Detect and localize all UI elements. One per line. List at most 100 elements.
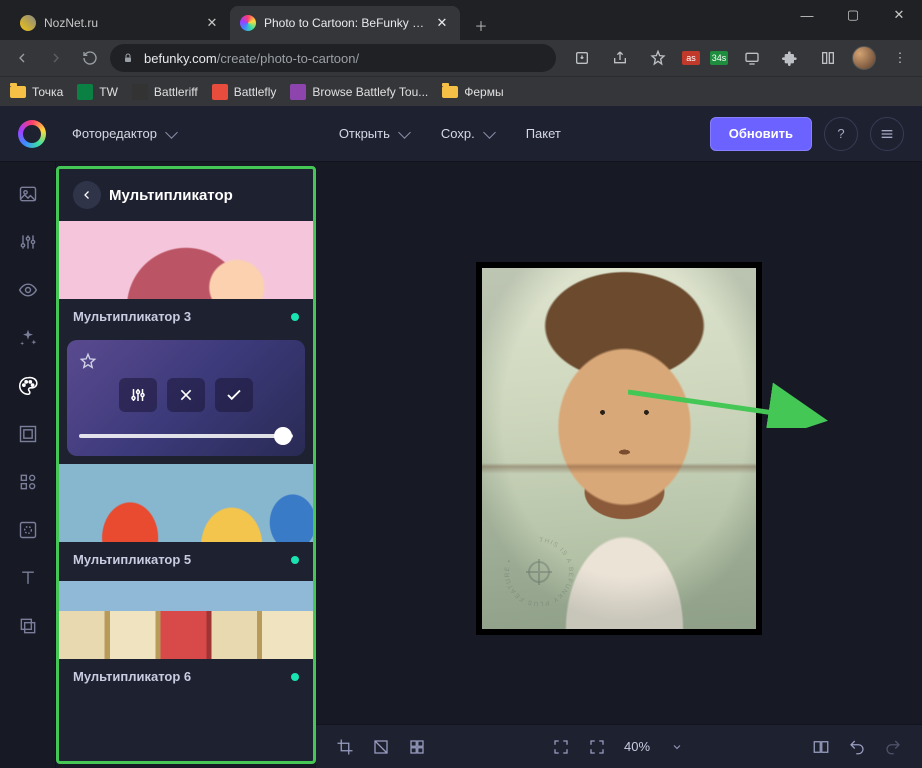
bookmarks-bar: Точка TW Battleriff Battlefly Browse Bat… [0, 76, 922, 106]
extension-badge-green[interactable]: 34s [710, 51, 728, 65]
share-icon[interactable] [606, 44, 634, 72]
close-tab-icon[interactable]: ✕ [434, 15, 450, 31]
effect-apply-button[interactable] [215, 378, 253, 412]
save-button[interactable]: Сохр. [427, 117, 508, 151]
close-tab-icon[interactable]: ✕ [204, 15, 220, 31]
preset-thumb [59, 221, 313, 299]
pattern-tool-icon[interactable] [16, 518, 40, 542]
open-button[interactable]: Открыть [325, 117, 423, 151]
bookmark-item[interactable]: Точка [10, 85, 63, 99]
folder-icon [10, 86, 26, 98]
compare-icon[interactable] [808, 734, 834, 760]
close-icon[interactable]: ✕ [876, 0, 922, 30]
omnibar-actions: as 34s ⋮ [568, 44, 914, 72]
minimize-icon[interactable]: ― [784, 0, 830, 30]
eye-tool-icon[interactable] [16, 278, 40, 302]
tabstrip: NozNet.ru ✕ Photo to Cartoon: BeFunky - … [0, 0, 496, 40]
help-icon[interactable]: ? [824, 117, 858, 151]
preset-label-row: Мультипликатор 6 [59, 659, 313, 694]
profile-avatar[interactable] [852, 46, 876, 70]
upgrade-button[interactable]: Обновить [710, 117, 812, 151]
preset-thumb [59, 464, 313, 542]
editor-dropdown[interactable]: Фоторедактор [58, 117, 190, 151]
preset-label-row: Мультипликатор 5 [59, 542, 313, 577]
canvas-image[interactable]: THIS IS A BEFUNKY PLUS FEATURE • [476, 262, 762, 635]
app-root: Фоторедактор Открыть Сохр. Пакет Обновит… [0, 106, 922, 768]
shapes-tool-icon[interactable] [16, 470, 40, 494]
extensions-icon[interactable] [776, 44, 804, 72]
bookmark-item[interactable]: Battlefly [212, 84, 277, 100]
nav-forward-icon[interactable] [42, 44, 70, 72]
bookmark-item[interactable]: Browse Battlefy Tou... [290, 84, 428, 100]
address-bar[interactable]: befunky.com/create/photo-to-cartoon/ [110, 44, 556, 72]
grid-icon[interactable] [404, 734, 430, 760]
watermark-icon: THIS IS A BEFUNKY PLUS FEATURE • [496, 529, 582, 615]
bookmark-item[interactable]: Battleriff [132, 84, 198, 100]
app-header: Фоторедактор Открыть Сохр. Пакет Обновит… [0, 106, 922, 162]
transform-icon[interactable] [368, 734, 394, 760]
panel-title: Мультипликатор [109, 187, 233, 204]
effect-sliders-button[interactable] [119, 378, 157, 412]
befunky-logo-icon[interactable] [18, 120, 46, 148]
lock-icon [122, 52, 136, 64]
bookmark-item[interactable]: TW [77, 84, 118, 100]
canvas-toolbar: 40% [316, 724, 922, 768]
chevron-down-icon[interactable] [664, 734, 690, 760]
intensity-slider[interactable] [79, 434, 293, 438]
cast-icon[interactable] [738, 44, 766, 72]
browser-tab-active[interactable]: Photo to Cartoon: BeFunky - Cart ✕ [230, 6, 460, 40]
nav-back-icon[interactable] [8, 44, 36, 72]
effect-cancel-button[interactable] [167, 378, 205, 412]
frame-tool-icon[interactable] [16, 422, 40, 446]
effect-controls-card [67, 340, 305, 456]
tab-title: NozNet.ru [44, 16, 196, 30]
preset-item[interactable]: Мультипликатор 5 [59, 464, 313, 577]
premium-dot-icon [291, 556, 299, 564]
site-icon [290, 84, 306, 100]
maximize-icon[interactable]: ▢ [830, 0, 876, 30]
premium-dot-icon [291, 313, 299, 321]
kebab-menu-icon[interactable]: ⋮ [886, 44, 914, 72]
preset-item[interactable]: Мультипликатор 3 [59, 221, 313, 334]
sparkle-tool-icon[interactable] [16, 326, 40, 350]
install-app-icon[interactable] [568, 44, 596, 72]
batch-button[interactable]: Пакет [512, 117, 575, 151]
url-host: befunky.com [144, 51, 217, 66]
new-tab-button[interactable]: ＋ [466, 10, 496, 40]
reload-icon[interactable] [76, 44, 104, 72]
text-tool-icon[interactable] [16, 566, 40, 590]
favicon-icon [20, 15, 36, 31]
bookmark-star-icon[interactable] [644, 44, 672, 72]
zoom-value: 40% [624, 739, 650, 754]
bookmark-item[interactable]: Фермы [442, 85, 503, 99]
canvas-area[interactable]: THIS IS A BEFUNKY PLUS FEATURE • [316, 162, 922, 768]
reading-list-icon[interactable] [814, 44, 842, 72]
premium-dot-icon [291, 673, 299, 681]
adjust-tool-icon[interactable] [16, 230, 40, 254]
panel-back-button[interactable] [73, 181, 101, 209]
hamburger-menu-icon[interactable] [870, 117, 904, 151]
panel-header: Мультипликатор [59, 169, 313, 221]
header-center: Открыть Сохр. Пакет [325, 117, 575, 151]
svg-text:THIS IS A BEFUNKY PLUS FEATURE: THIS IS A BEFUNKY PLUS FEATURE • [504, 536, 574, 606]
preset-label-row: Мультипликатор 3 [59, 299, 313, 334]
extension-badge-red[interactable]: as [682, 51, 700, 65]
undo-icon[interactable] [844, 734, 870, 760]
browser-tab[interactable]: NozNet.ru ✕ [10, 6, 230, 40]
redo-icon[interactable] [880, 734, 906, 760]
effect-buttons [79, 378, 293, 412]
fit-screen-icon[interactable] [548, 734, 574, 760]
slider-thumb-icon[interactable] [274, 427, 292, 445]
site-icon [132, 84, 148, 100]
url-path: /create/photo-to-cartoon/ [217, 51, 359, 66]
crop-icon[interactable] [332, 734, 358, 760]
favorite-star-icon[interactable] [79, 352, 293, 370]
layers-tool-icon[interactable] [16, 614, 40, 638]
actual-size-icon[interactable] [584, 734, 610, 760]
palette-tool-icon[interactable] [16, 374, 40, 398]
preset-item[interactable]: Мультипликатор 6 [59, 581, 313, 694]
image-tool-icon[interactable] [16, 182, 40, 206]
tab-title: Photo to Cartoon: BeFunky - Cart [264, 16, 426, 30]
omnibar: befunky.com/create/photo-to-cartoon/ as … [0, 40, 922, 76]
folder-icon [442, 86, 458, 98]
